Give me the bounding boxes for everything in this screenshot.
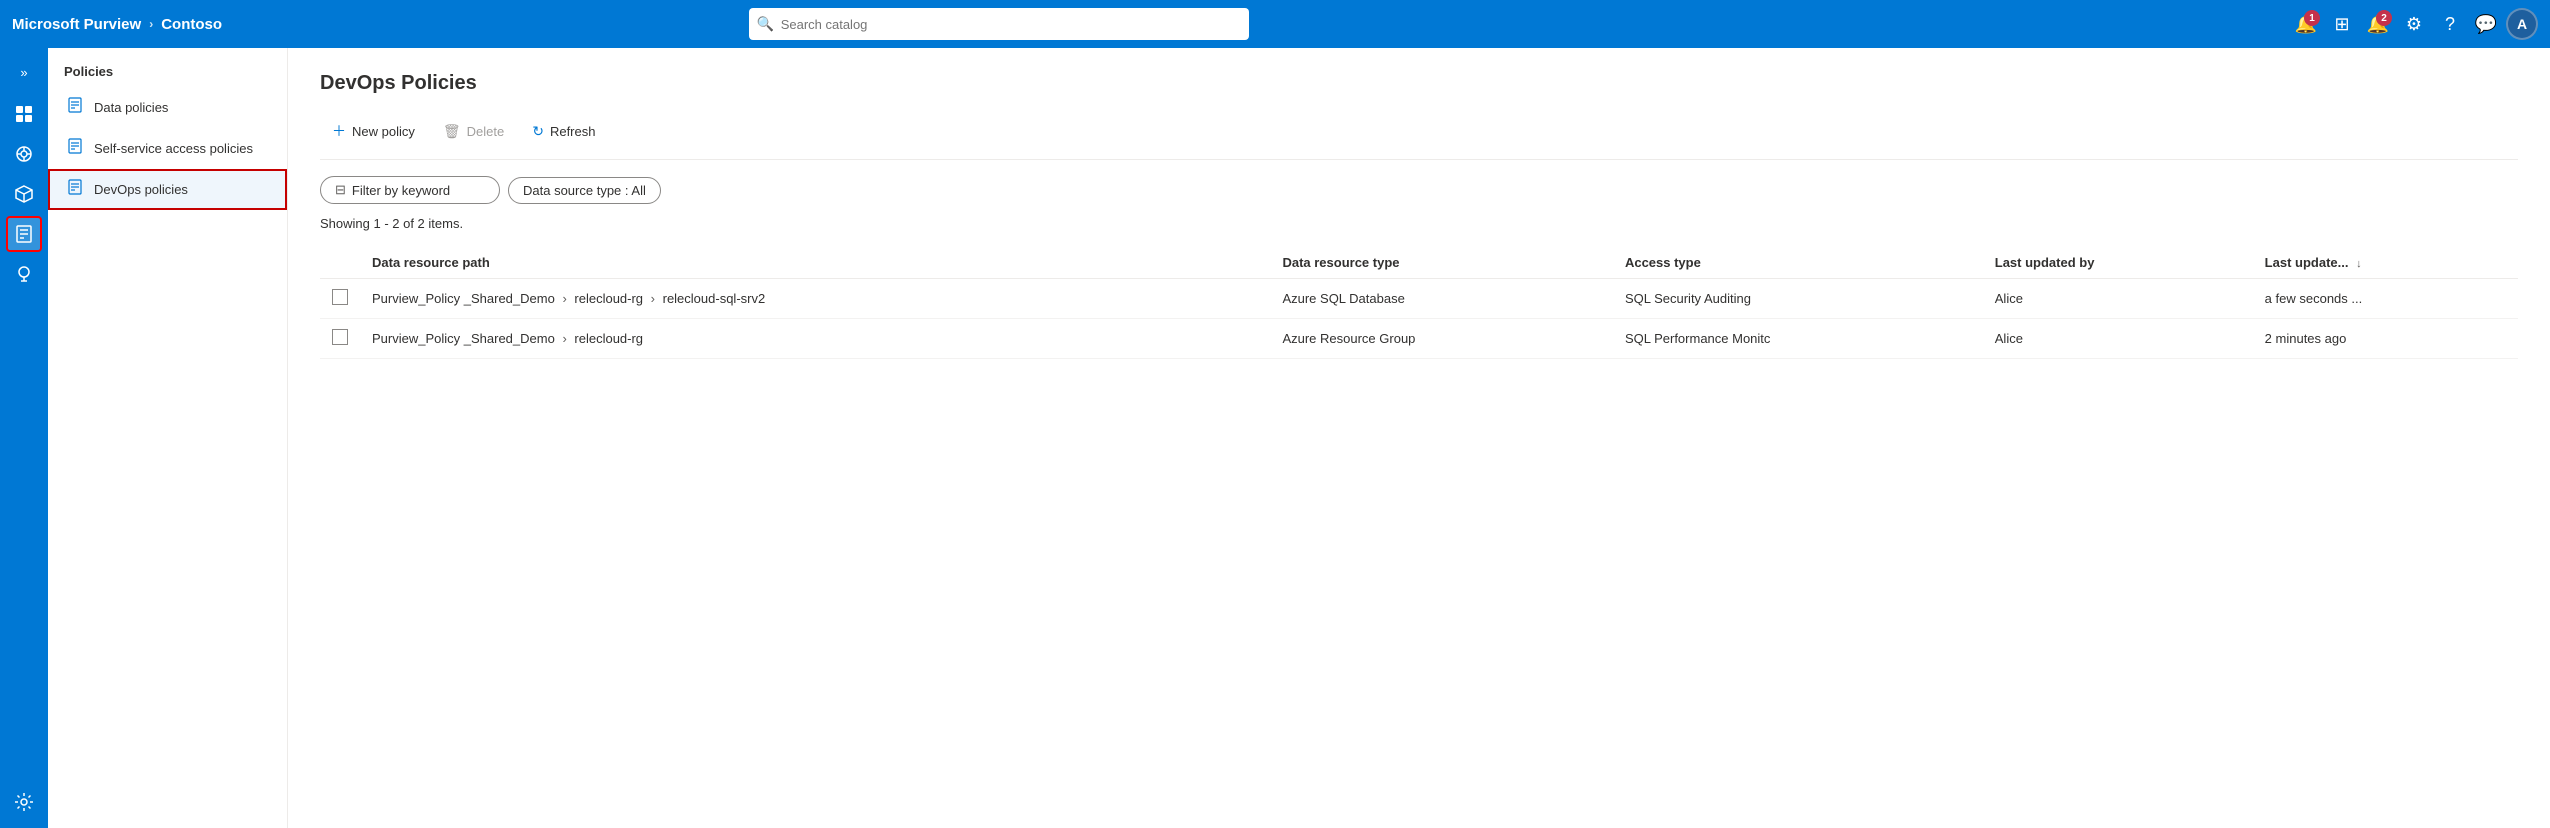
table-row: Purview_Policy _Shared_Demo › relecloud-…	[320, 279, 2518, 319]
table-header-row: Data resource path Data resource type Ac…	[320, 247, 2518, 279]
content-area: DevOps Policies ＋ New policy 🗑 Delete ↻ …	[288, 48, 2550, 828]
alerts-badge: 2	[2376, 10, 2392, 26]
rail-icon-policies[interactable]	[6, 216, 42, 252]
delete-button[interactable]: 🗑 Delete	[431, 117, 516, 146]
delete-icon: 🗑	[443, 123, 461, 140]
row-path: Purview_Policy _Shared_Demo › relecloud-…	[360, 319, 1270, 359]
path-arrow: ›	[651, 291, 655, 306]
row-resource-type: Azure SQL Database	[1270, 279, 1613, 319]
alerts-button[interactable]: 🔔 2	[2362, 8, 2394, 40]
refresh-label: Refresh	[550, 124, 596, 139]
row-resource-type: Azure Resource Group	[1270, 319, 1613, 359]
datasource-filter-label: Data source type : All	[523, 183, 646, 198]
settings-button[interactable]: ⚙	[2398, 8, 2430, 40]
keyword-filter-label: Filter by keyword	[352, 183, 450, 198]
col-path-label: Data resource path	[372, 255, 490, 270]
row-checkbox[interactable]	[332, 329, 348, 345]
topbar-actions: 🔔 1 ⊞ 🔔 2 ⚙ ? 💬 A	[2290, 8, 2538, 40]
row-updated-by: Alice	[1983, 319, 2253, 359]
sidebar-section-label: Policies	[48, 60, 287, 87]
delete-label: Delete	[467, 124, 505, 139]
notifications-badge: 1	[2304, 10, 2320, 26]
self-service-icon	[66, 138, 84, 159]
row-checkbox-cell	[320, 279, 360, 319]
refresh-icon: ↻	[532, 123, 544, 140]
col-access-label: Access type	[1625, 255, 1701, 270]
sidebar-item-devops-policies[interactable]: DevOps policies	[48, 169, 287, 210]
rail-icon-home[interactable]	[6, 96, 42, 132]
sort-icon: ↓	[2356, 258, 2362, 270]
data-policies-icon	[66, 97, 84, 118]
app-brand[interactable]: Microsoft Purview › Contoso	[12, 16, 222, 33]
col-updated-at-label: Last update...	[2265, 255, 2349, 270]
sidebar-item-devops-policies-label: DevOps policies	[94, 182, 188, 197]
col-type-label: Data resource type	[1282, 255, 1399, 270]
col-header-path: Data resource path	[360, 247, 1270, 279]
sidebar: Policies Data policies Self-service acce…	[48, 48, 288, 828]
page-title: DevOps Policies	[320, 72, 2518, 95]
row-access-type: SQL Performance Monitc	[1613, 319, 1983, 359]
filter-row: ⊟ Filter by keyword Data source type : A…	[320, 176, 2518, 204]
col-updated-by-label: Last updated by	[1995, 255, 2095, 270]
row-path: Purview_Policy _Shared_Demo › relecloud-…	[360, 279, 1270, 319]
col-header-updated-at[interactable]: Last update... ↓	[2253, 247, 2518, 279]
row-checkbox[interactable]	[332, 289, 348, 305]
col-header-checkbox	[320, 247, 360, 279]
search-bar: 🔍	[749, 8, 1249, 40]
col-header-type: Data resource type	[1270, 247, 1613, 279]
data-table: Data resource path Data resource type Ac…	[320, 247, 2518, 359]
sidebar-item-data-policies[interactable]: Data policies	[48, 87, 287, 128]
search-icon: 🔍	[757, 16, 774, 33]
row-checkbox-cell	[320, 319, 360, 359]
row-access-type: SQL Security Auditing	[1613, 279, 1983, 319]
new-policy-button[interactable]: ＋ New policy	[320, 115, 427, 147]
filter-icon: ⊟	[335, 182, 346, 198]
tenant-name: Contoso	[161, 16, 222, 33]
path-arrow: ›	[562, 331, 566, 346]
sidebar-item-self-service[interactable]: Self-service access policies	[48, 128, 287, 169]
rail-icon-datamap[interactable]	[6, 176, 42, 212]
icon-rail: »	[0, 48, 48, 828]
devops-policies-icon	[66, 179, 84, 200]
sidebar-item-data-policies-label: Data policies	[94, 100, 168, 115]
rail-toggle[interactable]: »	[8, 56, 40, 88]
col-header-updated-by: Last updated by	[1983, 247, 2253, 279]
help-button[interactable]: ?	[2434, 8, 2466, 40]
path-arrow: ›	[562, 291, 566, 306]
new-policy-icon: ＋	[332, 121, 346, 141]
user-avatar[interactable]: A	[2506, 8, 2538, 40]
keyword-filter[interactable]: ⊟ Filter by keyword	[320, 176, 500, 204]
sidebar-item-self-service-label: Self-service access policies	[94, 141, 253, 156]
app-name: Microsoft Purview	[12, 16, 141, 33]
showing-label: Showing 1 - 2 of 2 items.	[320, 216, 2518, 231]
apps-button[interactable]: ⊞	[2326, 8, 2358, 40]
brand-chevron: ›	[149, 17, 153, 31]
col-header-access: Access type	[1613, 247, 1983, 279]
rail-icon-management[interactable]	[6, 784, 42, 820]
notifications-button[interactable]: 🔔 1	[2290, 8, 2322, 40]
feedback-button[interactable]: 💬	[2470, 8, 2502, 40]
toolbar: ＋ New policy 🗑 Delete ↻ Refresh	[320, 115, 2518, 160]
main-layout: » Policies Data policies	[0, 48, 2550, 828]
row-updated-by: Alice	[1983, 279, 2253, 319]
topbar: Microsoft Purview › Contoso 🔍 🔔 1 ⊞ 🔔 2 …	[0, 0, 2550, 48]
rail-icon-insights[interactable]	[6, 256, 42, 292]
new-policy-label: New policy	[352, 124, 415, 139]
row-updated-at: a few seconds ...	[2253, 279, 2518, 319]
table-row: Purview_Policy _Shared_Demo › relecloud-…	[320, 319, 2518, 359]
row-updated-at: 2 minutes ago	[2253, 319, 2518, 359]
refresh-button[interactable]: ↻ Refresh	[520, 117, 607, 146]
search-input[interactable]	[749, 8, 1249, 40]
datasource-filter[interactable]: Data source type : All	[508, 177, 661, 204]
rail-icon-catalog[interactable]	[6, 136, 42, 172]
